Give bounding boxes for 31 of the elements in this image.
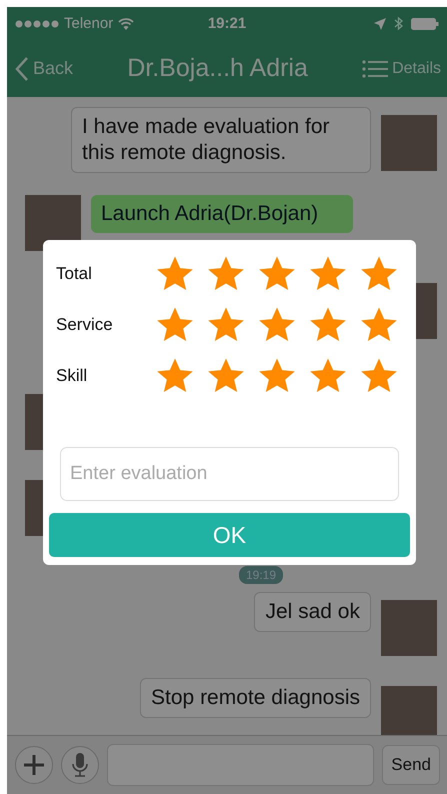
back-button[interactable]: Back	[15, 56, 74, 82]
rating-label: Service	[56, 315, 114, 335]
message-bubble: Jel sad ok	[254, 592, 371, 632]
plus-icon	[23, 754, 45, 776]
send-button[interactable]: Send	[382, 745, 440, 785]
carrier-name: Telenor	[64, 15, 114, 32]
rating-label: Total	[56, 264, 93, 284]
wifi-icon	[118, 18, 134, 30]
chevron-left-icon	[15, 56, 29, 82]
ok-button[interactable]: OK	[49, 513, 410, 557]
message-bubble: I have made evaluation for this remote diagnosis.	[71, 107, 371, 173]
details-button[interactable]: Details	[362, 58, 441, 78]
avatar-photo	[381, 686, 437, 735]
clock-time: 19:21	[208, 15, 246, 32]
bluetooth-icon	[394, 16, 403, 31]
rating-label: Skill	[56, 366, 88, 386]
battery-icon	[411, 18, 439, 30]
message-bubble: Stop remote diagnosis	[140, 678, 371, 718]
signal-icon	[15, 20, 59, 28]
message-input[interactable]	[107, 744, 374, 786]
chat-title: Dr.Boja...h Adria	[126, 54, 309, 83]
voice-button[interactable]	[61, 746, 99, 784]
evaluation-input[interactable]: Enter evaluation	[60, 447, 399, 502]
menu-icon	[362, 58, 388, 78]
add-button[interactable]	[15, 746, 53, 784]
message-bubble: Launch Adria(Dr.Bojan)	[91, 195, 353, 233]
microphone-icon	[72, 753, 88, 777]
avatar-photo	[381, 600, 437, 656]
timestamp-pill: 19:19	[238, 566, 284, 584]
avatar-photo	[381, 115, 437, 171]
location-arrow-icon	[374, 18, 386, 30]
